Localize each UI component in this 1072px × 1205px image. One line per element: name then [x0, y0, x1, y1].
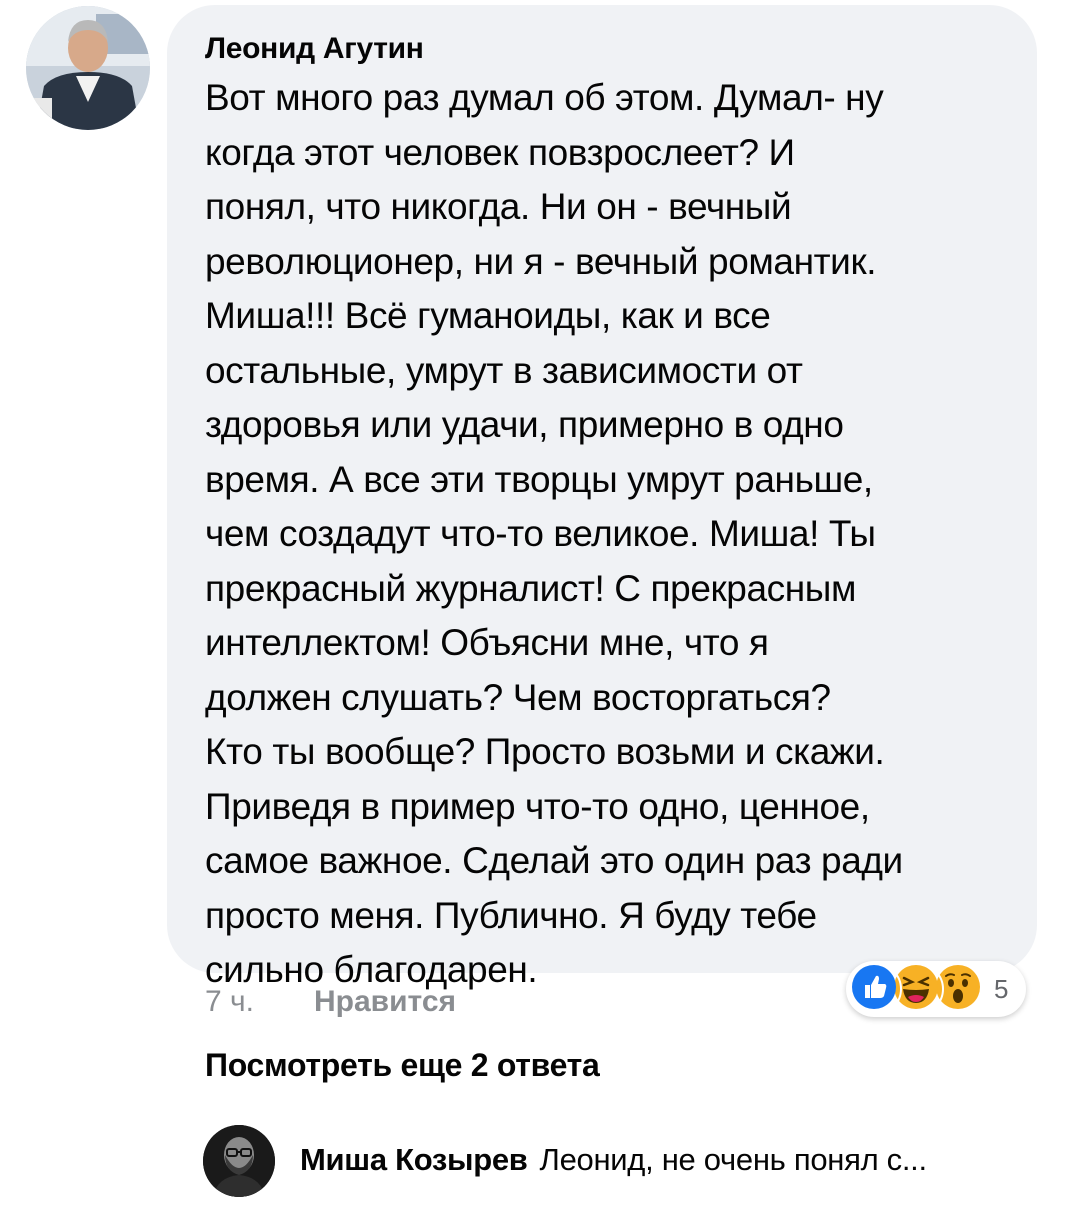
comment-meta: 7 ч. Нравится [205, 980, 456, 1024]
reply-author[interactable]: Миша Козырев [300, 1142, 528, 1177]
avatar-photo-icon [26, 6, 150, 130]
like-button[interactable]: Нравится [314, 985, 456, 1019]
comment-timestamp[interactable]: 7 ч. [205, 985, 254, 1019]
avatar-leonid[interactable] [26, 6, 150, 130]
like-icon [850, 963, 902, 1015]
reaction-count: 5 [994, 973, 1009, 1004]
comment-author[interactable]: Леонид Агутин [205, 31, 1017, 67]
avatar-photo-icon [203, 1125, 275, 1197]
view-more-replies-link[interactable]: Посмотреть еще 2 ответа [205, 1047, 600, 1084]
avatar-misha[interactable] [203, 1125, 275, 1197]
reply-preview[interactable]: Миша Козырев Леонид, не очень понял с... [300, 1142, 927, 1178]
comment-bubble: Леонид Агутин Вот много раз думал об это… [167, 5, 1037, 990]
reply-text: Леонид, не очень понял с... [539, 1142, 928, 1177]
comment-text: Вот много раз думал об этом. Думал- ну к… [205, 77, 903, 990]
reactions-summary[interactable]: 5 [846, 961, 1026, 1017]
